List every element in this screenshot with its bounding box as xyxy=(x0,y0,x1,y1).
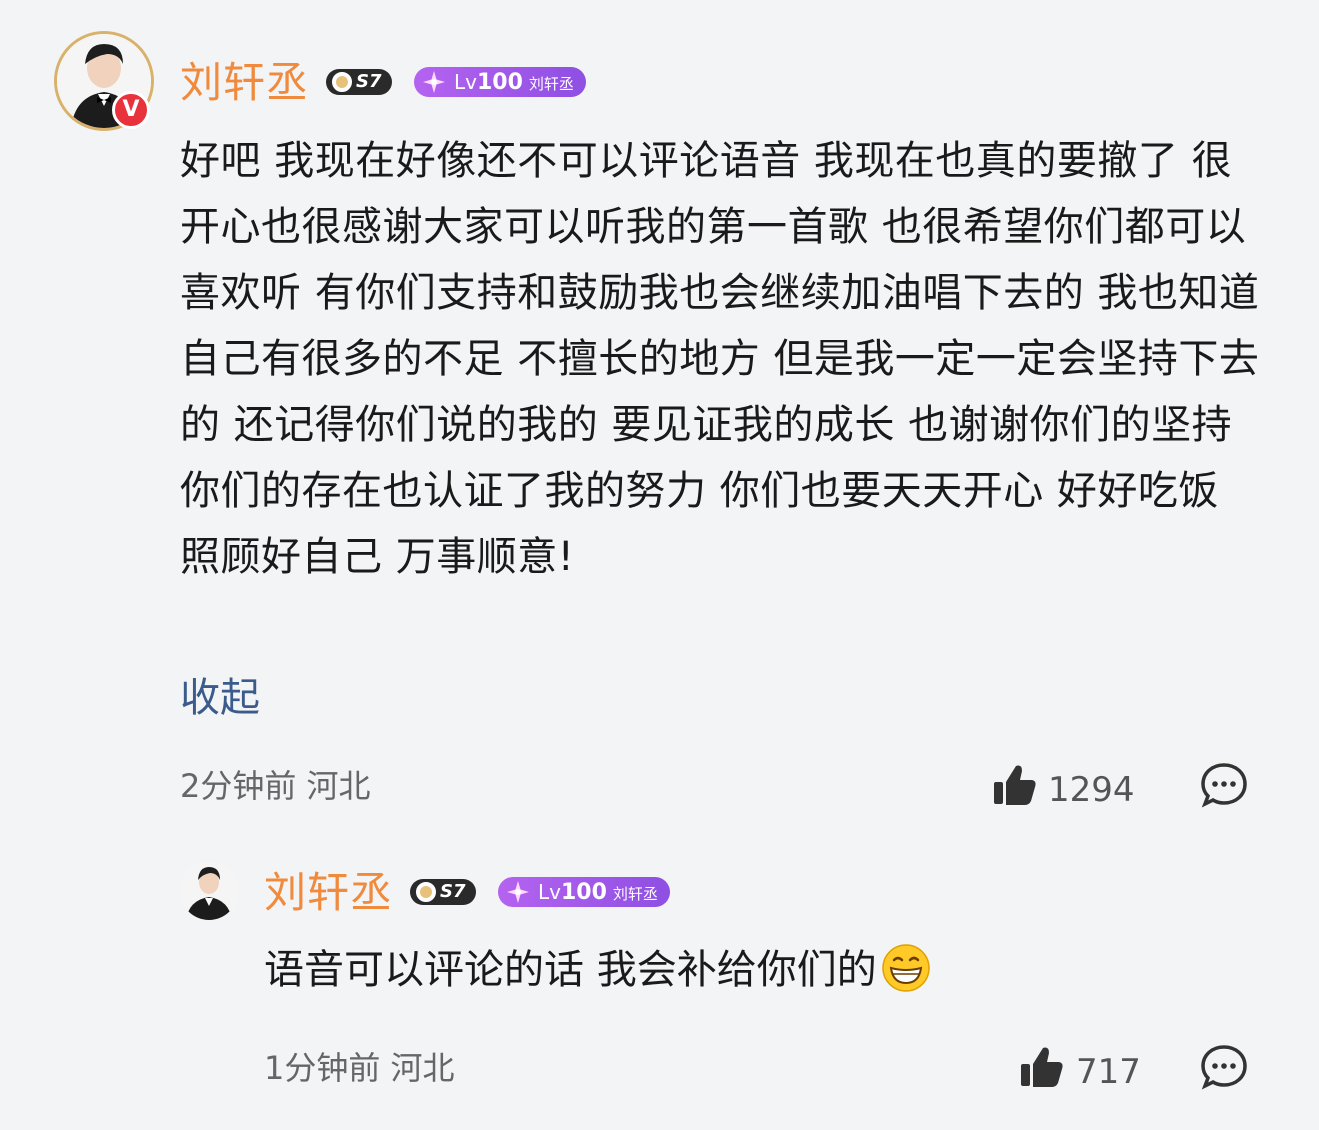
reply-icon[interactable] xyxy=(1200,1044,1248,1090)
s7-badge: S7 xyxy=(326,69,392,95)
collapse-link[interactable]: 收起 xyxy=(180,672,260,724)
reply-time-location: 1分钟前 河北 xyxy=(264,1049,455,1087)
verified-badge: V xyxy=(112,91,150,129)
username[interactable]: 刘轩丞 xyxy=(180,58,309,108)
reply-like-count: 717 xyxy=(1076,1052,1141,1092)
reply-avatar[interactable] xyxy=(180,862,238,920)
comment-time-location: 2分钟前 河北 xyxy=(180,767,371,805)
grinning-face-icon xyxy=(881,944,930,992)
level-name: 刘轩丞 xyxy=(612,885,658,903)
sparkle-icon xyxy=(507,881,529,903)
sparkle-icon xyxy=(423,71,445,93)
ring-icon xyxy=(416,882,436,902)
reply-icon[interactable] xyxy=(1200,762,1248,808)
level-prefix: Lv xyxy=(454,70,477,94)
reply-s7-badge: S7 xyxy=(410,879,476,905)
reply-text-row: 语音可以评论的话 我会补给你们的 xyxy=(264,940,931,1000)
s7-badge-label: S7 xyxy=(440,881,466,902)
reply-username[interactable]: 刘轩丞 xyxy=(264,868,393,918)
ring-icon xyxy=(332,72,352,92)
reply-text: 语音可以评论的话 我会补给你们的 xyxy=(264,947,877,993)
s7-badge-label: S7 xyxy=(356,71,382,92)
like-count: 1294 xyxy=(1048,770,1135,810)
like-icon[interactable] xyxy=(1019,1044,1065,1090)
comment-text: 好吧 我现在好像还不可以评论语音 我现在也真的要撤了 很开心也很感谢大家可以听我… xyxy=(180,138,1260,580)
level-badge: Lv100 刘轩丞 xyxy=(414,67,586,97)
like-icon[interactable] xyxy=(992,762,1038,808)
level-number: 100 xyxy=(476,70,523,95)
level-name: 刘轩丞 xyxy=(528,75,574,93)
reply-level-badge: Lv100 刘轩丞 xyxy=(498,877,670,907)
level-prefix: Lv xyxy=(538,880,561,904)
level-number: 100 xyxy=(560,880,607,905)
avatar-image-icon xyxy=(180,862,238,920)
